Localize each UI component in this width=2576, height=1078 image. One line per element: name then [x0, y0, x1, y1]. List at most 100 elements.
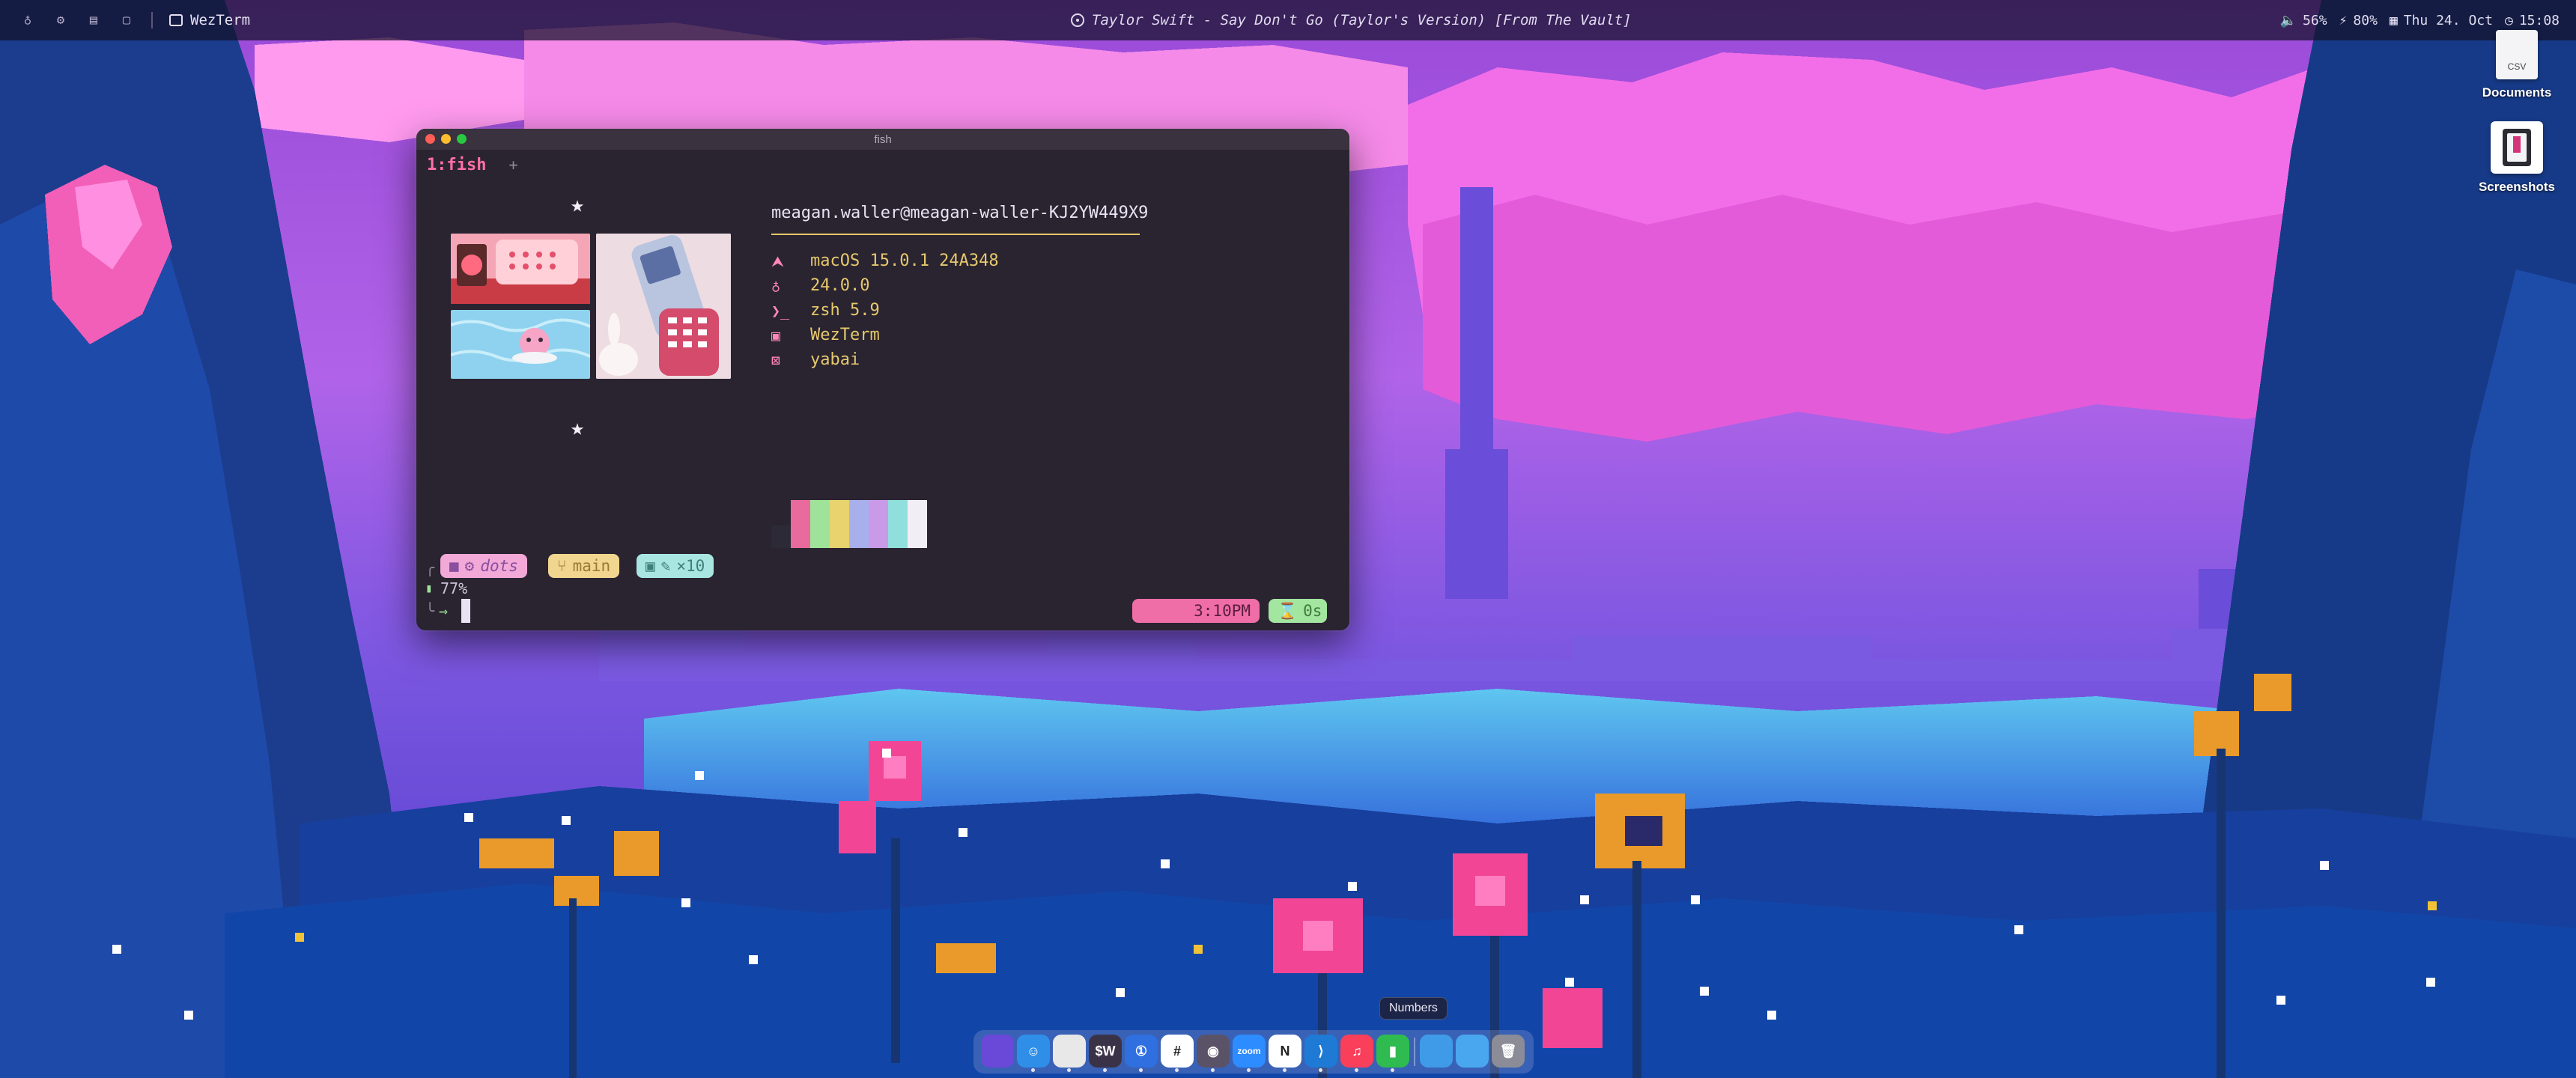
dock-1password-icon[interactable]: ① — [1125, 1035, 1158, 1072]
battery-status[interactable]: ⚡ 80% — [2339, 13, 2378, 28]
running-indicator — [1103, 1068, 1107, 1072]
prompt-battery: 77% — [440, 579, 468, 597]
palette-swatch — [869, 500, 888, 548]
palette-swatch — [830, 500, 849, 548]
info-row-terminal: ▣ WezTerm — [771, 326, 880, 344]
clock-status[interactable]: ◷ 15:08 — [2505, 13, 2560, 28]
terminal-icon: ▣ — [771, 326, 781, 344]
image-tile-cake — [451, 234, 590, 304]
prompt-time-segment: 3:10PM — [1132, 599, 1260, 623]
now-playing-title: Taylor Swift - Say Don't Go (Taylor's Ve… — [1092, 12, 1632, 28]
dock-tooltip: Numbers — [1379, 997, 1448, 1020]
battery-value: 80% — [2353, 12, 2378, 28]
active-app[interactable]: WezTerm — [169, 12, 250, 28]
minimize-icon[interactable] — [441, 134, 451, 144]
prompt-dir: dots — [480, 557, 518, 575]
dock-chrome-icon[interactable] — [1053, 1035, 1086, 1072]
star-icon: ★ — [571, 192, 585, 218]
macos-icon: ⮝ — [771, 252, 784, 270]
prompt-branch: main — [572, 557, 611, 575]
info-value: WezTerm — [810, 326, 880, 344]
info-divider — [771, 234, 1140, 235]
prompt-arrow: ⇒ — [439, 602, 449, 620]
tab-fish[interactable]: 1:fish — [427, 156, 486, 174]
terminal-window[interactable]: fish 1:fish + ★ ★ meagan.waller@meagan-w… — [416, 129, 1349, 630]
maximize-icon[interactable] — [457, 134, 467, 144]
dock-vscode-icon[interactable]: ⟩ — [1304, 1035, 1337, 1072]
image-tile-pool — [451, 310, 590, 379]
date-status[interactable]: ▦ Thu 24. Oct — [2390, 13, 2493, 28]
image-tile-phone — [596, 234, 731, 379]
speaker-icon: 🔈 — [2279, 12, 2297, 28]
info-value: zsh 5.9 — [810, 301, 880, 320]
wm-icon: ⊠ — [771, 350, 781, 369]
active-app-name: WezTerm — [190, 12, 251, 28]
dock-folder-apps-icon[interactable] — [1420, 1035, 1453, 1068]
stack-icon[interactable]: ▤ — [85, 12, 102, 28]
window-title: fish — [874, 133, 892, 146]
palette-swatch — [908, 500, 927, 548]
dock-folder-downloads-icon[interactable] — [1456, 1035, 1489, 1068]
terminal-content[interactable]: ★ ★ meagan.waller@meagan-waller-KJ2YW449… — [416, 180, 1349, 630]
dock-github-desktop-icon[interactable]: ◉ — [1197, 1035, 1230, 1072]
volume-status[interactable]: 🔈 56% — [2280, 13, 2327, 28]
palette-swatch — [849, 500, 869, 548]
info-row-kernel: ♁ 24.0.0 — [771, 276, 869, 295]
palette-swatch — [888, 500, 908, 548]
clock-icon: ◷ — [2504, 12, 2513, 28]
info-value: macOS 15.0.1 24A348 — [810, 252, 999, 270]
new-tab-button[interactable]: + — [508, 156, 517, 174]
info-row-os: ⮝ macOS 15.0.1 24A348 — [771, 252, 999, 270]
window-titlebar[interactable]: fish — [416, 129, 1349, 150]
dock-slack-icon[interactable]: # — [1161, 1035, 1194, 1072]
dock: ☺ $W ① # ◉ zoom N ⟩ ♫ ▮ 🗑 — [973, 1030, 1534, 1074]
folder-icon: ■ — [449, 557, 459, 575]
desktop-icon-label: Documents — [2482, 85, 2552, 100]
settings-icon: ⚙ — [464, 557, 475, 575]
dock-zoom-icon[interactable]: zoom — [1233, 1035, 1266, 1072]
bolt-icon: ⚡ — [2339, 12, 2348, 28]
text-cursor — [461, 599, 470, 623]
window-icon[interactable]: ▢ — [118, 12, 135, 28]
info-row-wm: ⊠ yabai — [771, 350, 860, 369]
dock-numbers-icon[interactable]: ▮ — [1376, 1035, 1409, 1072]
document-thumb-text: CSV — [2507, 61, 2527, 72]
dock-finder-icon[interactable]: ☺ — [1017, 1035, 1050, 1072]
desktop-icon-label: Screenshots — [2478, 180, 2556, 194]
menu-bar: ♁ ⚙ ▤ ▢ WezTerm Taylor Swift - Say Don't… — [0, 0, 2576, 40]
prompt-pkg: ×10 — [676, 557, 705, 575]
calendar-icon: ▦ — [2389, 12, 2398, 28]
settings-icon[interactable]: ⚙ — [52, 12, 69, 28]
prompt-time: 3:10PM — [1194, 602, 1251, 620]
running-indicator — [1283, 1068, 1287, 1072]
desktop-icon-documents[interactable]: CSV Documents — [2461, 30, 2573, 100]
dock-sw-app-icon[interactable]: $W — [1089, 1035, 1122, 1072]
info-value: yabai — [810, 350, 860, 369]
user-host: meagan.waller@meagan-waller-KJ2YW449X9 — [771, 204, 1149, 222]
prompt-corner-bottom: ╰ — [425, 602, 435, 620]
now-playing[interactable]: Taylor Swift - Say Don't Go (Taylor's Ve… — [1071, 0, 1632, 40]
running-indicator — [1391, 1068, 1394, 1072]
cake-icon[interactable]: ♁ — [19, 12, 36, 28]
dock-notion-icon[interactable]: N — [1269, 1035, 1301, 1072]
dock-trash-icon[interactable]: 🗑 — [1492, 1035, 1525, 1068]
running-indicator — [1319, 1068, 1322, 1072]
running-indicator — [1139, 1068, 1143, 1072]
terminal-app-icon — [169, 14, 183, 26]
tab-bar: 1:fish + — [416, 150, 1349, 180]
time-value: 15:08 — [2518, 12, 2560, 28]
close-icon[interactable] — [425, 134, 435, 144]
info-value: 24.0.0 — [810, 276, 870, 295]
dock-launcher-icon[interactable] — [981, 1035, 1014, 1068]
star-icon: ★ — [571, 415, 585, 441]
hourglass-icon: ⌛ — [1278, 601, 1298, 620]
document-file-icon: CSV — [2496, 30, 2538, 79]
desktop-icon-screenshots[interactable]: Screenshots — [2461, 121, 2573, 195]
running-indicator — [1211, 1068, 1215, 1072]
running-indicator — [1175, 1068, 1179, 1072]
prompt-duration-segment: ⌛ 0s — [1269, 599, 1327, 623]
dock-music-icon[interactable]: ♫ — [1340, 1035, 1373, 1072]
traffic-lights — [425, 134, 467, 144]
dock-separator — [1414, 1038, 1415, 1066]
branch-icon: ⑂ — [557, 557, 567, 575]
